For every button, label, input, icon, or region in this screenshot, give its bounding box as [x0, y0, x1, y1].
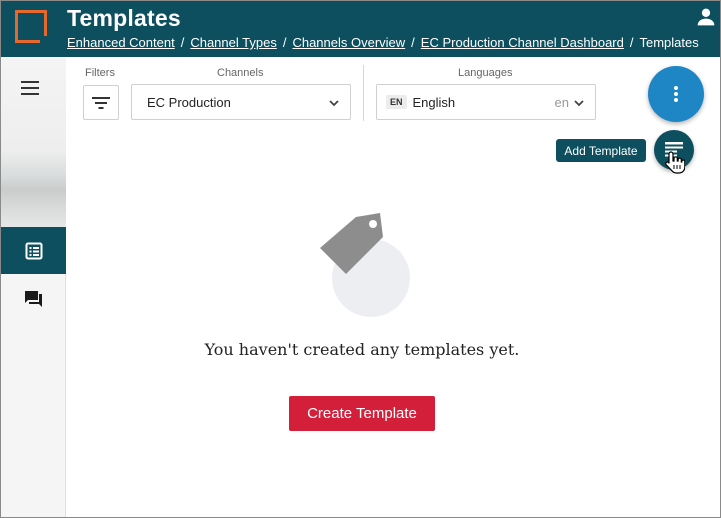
languages-label: Languages	[458, 67, 513, 79]
language-select-value: English	[412, 94, 456, 110]
language-code: en	[554, 95, 569, 110]
filter-icon	[92, 96, 110, 109]
filter-divider	[363, 65, 364, 121]
channels-label: Channels	[217, 67, 264, 79]
sidebar	[1, 57, 66, 517]
add-template-tooltip: Add Template	[556, 139, 646, 162]
create-template-button[interactable]: Create Template	[289, 396, 435, 431]
breadcrumb-separator: /	[411, 35, 415, 50]
list-icon	[25, 242, 42, 259]
filters-label: Filters	[85, 67, 115, 79]
hamburger-menu-icon[interactable]	[21, 81, 39, 95]
breadcrumb-current: Templates	[639, 35, 699, 50]
more-vert-icon	[674, 86, 678, 102]
user-icon[interactable]	[696, 7, 716, 27]
language-select[interactable]: EN English en	[376, 84, 596, 120]
breadcrumb-link-channels-overview[interactable]: Channels Overview	[292, 35, 405, 50]
breadcrumb: Enhanced Content / Channel Types / Channels …	[67, 35, 699, 50]
empty-state-message: You haven't created any templates yet.	[204, 340, 520, 359]
chevron-down-icon	[329, 100, 339, 107]
chevron-down-icon	[574, 100, 584, 107]
logo-icon[interactable]	[15, 10, 47, 43]
page-title: Templates	[67, 5, 181, 31]
breadcrumb-link-enhanced-content[interactable]: Enhanced Content	[67, 35, 175, 50]
channel-select-value: EC Production	[147, 94, 231, 110]
filter-button[interactable]	[83, 85, 119, 120]
breadcrumb-separator: /	[282, 35, 287, 50]
app-header: Templates Enhanced Content / Channel Types…	[1, 1, 720, 57]
sidebar-item-comments[interactable]	[1, 283, 66, 315]
breadcrumb-link-channel-dashboard[interactable]: EC Production Channel Dashboard	[421, 35, 624, 50]
breadcrumb-separator: /	[180, 35, 185, 50]
tag-icon	[320, 213, 410, 317]
breadcrumb-link-channel-types[interactable]: Channel Types	[190, 35, 277, 50]
hand-cursor-icon	[665, 151, 685, 174]
language-badge: EN	[386, 95, 407, 109]
app-window: Templates Enhanced Content / Channel Types…	[0, 0, 721, 518]
more-actions-button[interactable]	[648, 66, 704, 122]
chat-icon	[24, 291, 42, 307]
breadcrumb-separator: /	[629, 35, 634, 50]
sidebar-item-templates[interactable]	[1, 227, 66, 274]
channel-select[interactable]: EC Production	[131, 84, 351, 120]
